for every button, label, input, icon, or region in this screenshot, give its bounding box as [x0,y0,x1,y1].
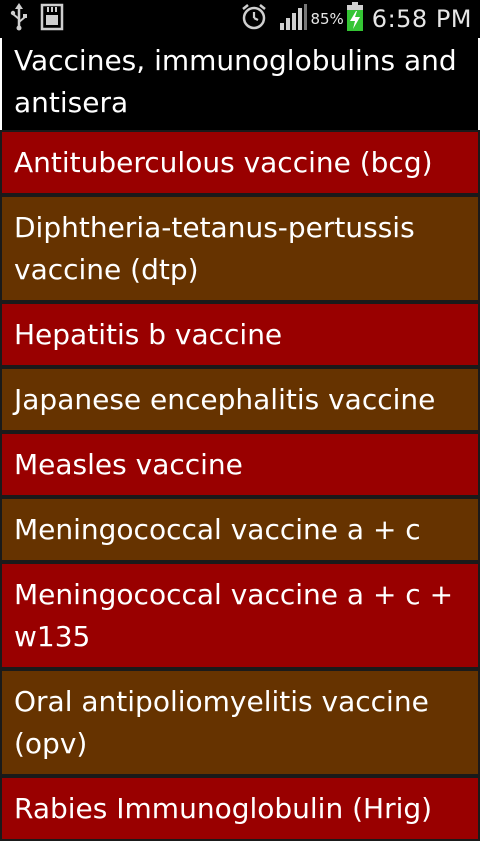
list-item-label: Meningococcal vaccine a + c + w135 [14,577,454,653]
category-title: Vaccines, immunoglobulins and antisera [14,44,457,119]
battery-percent: 85% [310,10,344,28]
status-bar: 85% 6:58 PM [0,0,480,38]
usb-icon [10,3,28,35]
list-item[interactable]: Rabies Immunoglobulin (Hrig) [0,776,480,841]
alarm-icon [241,3,267,35]
list-item-label: Measles vaccine [14,447,243,481]
signal-icon [279,3,308,35]
sd-card-icon [40,3,64,35]
list-item[interactable]: Meningococcal vaccine a + c [0,497,480,562]
list-item[interactable]: Diphtheria-tetanus-pertussis vaccine (dt… [0,195,480,302]
vaccine-list: Antituberculous vaccine (bcg) Diphtheria… [0,130,480,841]
list-item-label: Rabies Immunoglobulin (Hrig) [14,792,433,825]
status-time: 6:58 PM [371,5,472,33]
list-item-label: Meningococcal vaccine a + c [14,512,421,546]
list-item-label: Hepatitis b vaccine [14,317,283,351]
list-item-label: Antituberculous vaccine (bcg) [14,145,433,179]
list-item[interactable]: Measles vaccine [0,432,480,497]
list-item-label: Diphtheria-tetanus-pertussis vaccine (dt… [14,210,415,286]
list-item[interactable]: Oral antipoliomyelitis vaccine (opv) [0,669,480,776]
list-item[interactable]: Hepatitis b vaccine [0,302,480,367]
list-item[interactable]: Japanese encephalitis vaccine [0,367,480,432]
list-item-label: Japanese encephalitis vaccine [14,382,436,416]
list-item[interactable]: Meningococcal vaccine a + c + w135 [0,562,480,669]
list-item-label: Oral antipoliomyelitis vaccine (opv) [14,684,429,760]
list-item[interactable]: Antituberculous vaccine (bcg) [0,130,480,195]
category-header: Vaccines, immunoglobulins and antisera [0,38,480,130]
battery-charging-icon [346,2,364,36]
